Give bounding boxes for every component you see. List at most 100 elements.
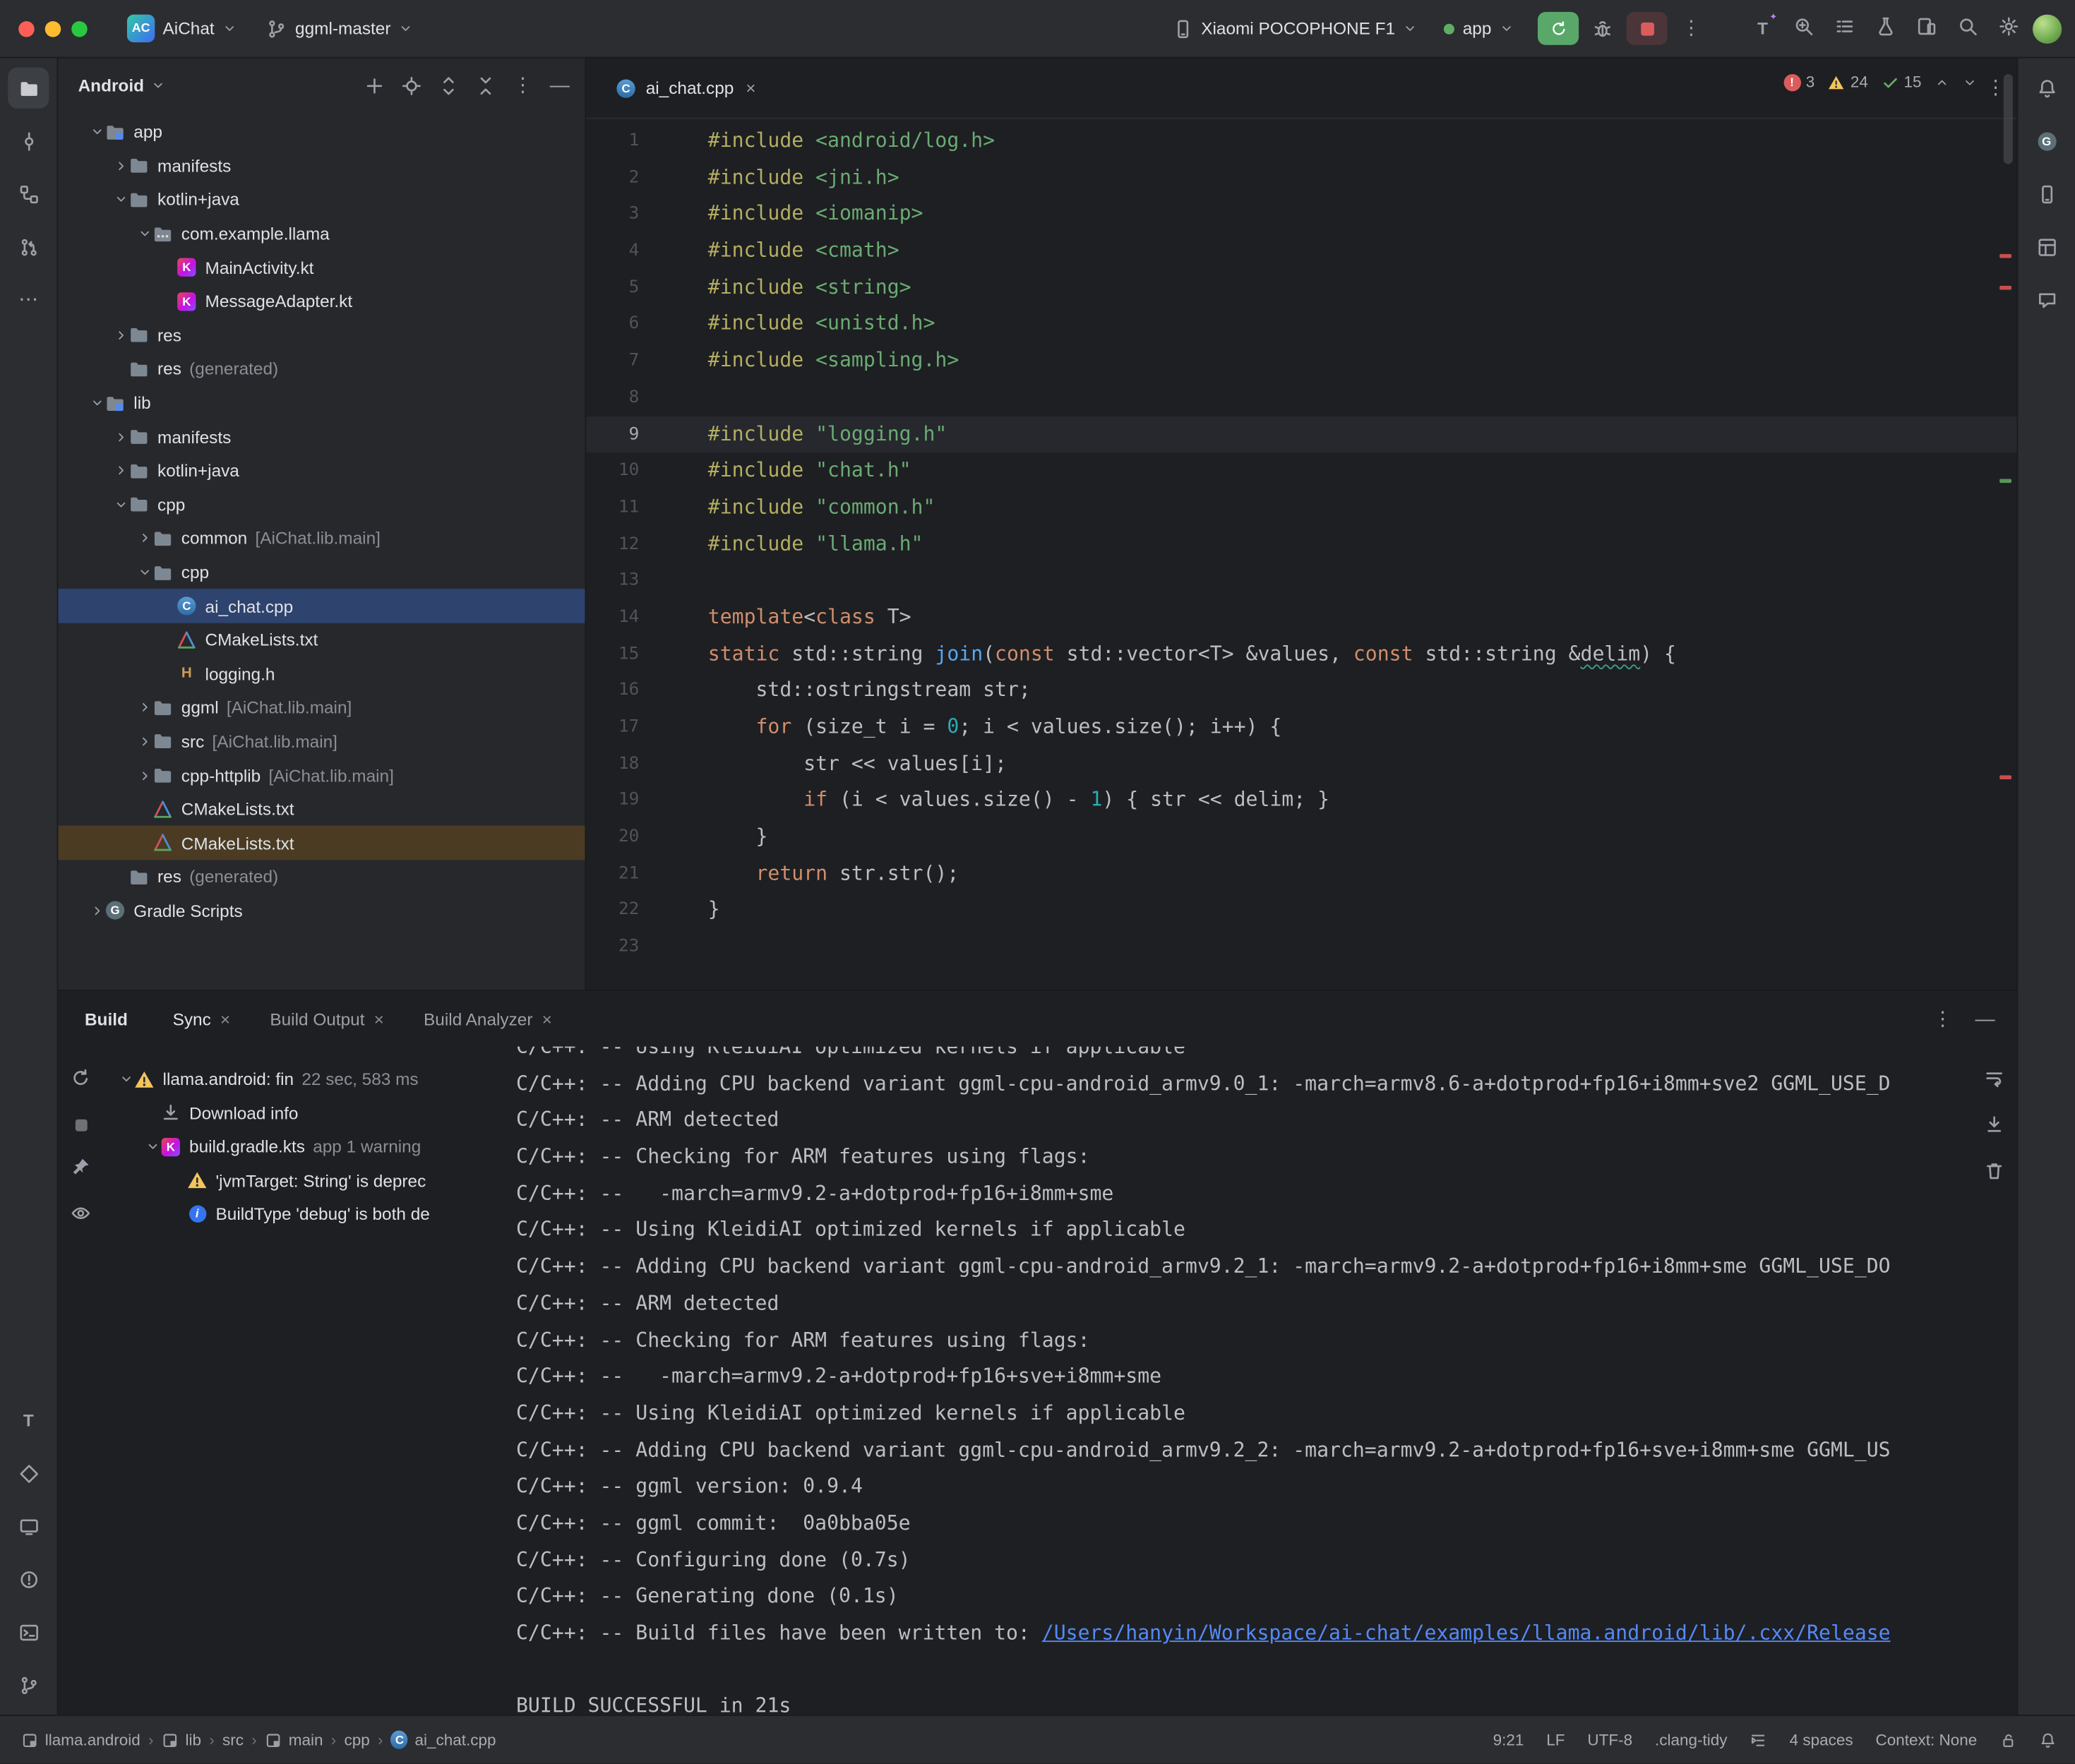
rerun-icon[interactable] [70, 1068, 91, 1093]
project-tree-item-gradle-scripts[interactable]: GGradle Scripts [58, 894, 585, 928]
editor-tab-ai_chat.cpp[interactable]: C ai_chat.cpp × [602, 58, 769, 117]
settings-icon[interactable] [1998, 16, 2019, 41]
pin-icon[interactable] [70, 1156, 91, 1182]
project-tree-item-common[interactable]: common[AiChat.lib.main] [58, 522, 585, 556]
chevron-down-icon[interactable] [119, 1072, 134, 1087]
hide-panel-icon[interactable]: — [1975, 1008, 1996, 1029]
chevron-down-icon[interactable] [145, 1139, 160, 1154]
chevron-right-icon[interactable] [138, 768, 153, 783]
code-line-11[interactable]: 11#include "common.h" [586, 489, 2016, 526]
layout-inspector-button[interactable] [2026, 227, 2067, 268]
project-view-mode[interactable]: Android [78, 76, 144, 95]
chevron-right-icon[interactable] [114, 159, 128, 174]
build-tree-item[interactable]: iBuildType 'debug' is both de [116, 1197, 501, 1231]
code-line-16[interactable]: 16 std::ostringstream str; [586, 673, 2016, 709]
chevron-down-icon[interactable] [150, 78, 165, 93]
code-line-8[interactable]: 8 [586, 380, 2016, 416]
device-mirroring-icon[interactable] [1916, 16, 1937, 41]
code-line-2[interactable]: 2#include <jni.h> [586, 160, 2016, 196]
code-line-22[interactable]: 22} [586, 892, 2016, 929]
profiler-icon[interactable] [1875, 16, 1896, 41]
running-devices-button[interactable] [8, 1506, 49, 1547]
code-line-14[interactable]: 14template<class T> [586, 599, 2016, 636]
build-tree-item[interactable]: Kbuild.gradle.ktsapp 1 warning [116, 1130, 501, 1164]
breadcrumb-item-main[interactable]: main [265, 1731, 323, 1749]
chevron-right-icon[interactable] [138, 700, 153, 715]
build-window-title[interactable]: Build [85, 1009, 128, 1028]
build-tab-build-analyzer[interactable]: Build Analyzer× [424, 1009, 552, 1028]
pull-requests-button[interactable] [8, 227, 49, 268]
close-tab-icon[interactable]: × [746, 78, 755, 98]
chevron-down-icon[interactable] [90, 125, 104, 140]
breadcrumb-item-src[interactable]: src [222, 1731, 244, 1749]
run-config-selector[interactable]: app [1433, 13, 1524, 44]
chevron-right-icon[interactable] [114, 429, 128, 444]
close-window-button[interactable] [18, 20, 34, 36]
chevron-down-icon[interactable] [138, 565, 153, 580]
commit-button[interactable] [8, 121, 49, 162]
collapse-all-icon[interactable] [471, 71, 500, 100]
stop-icon[interactable] [70, 1114, 91, 1135]
editor-scrollbar[interactable] [2004, 74, 2013, 164]
problems-button[interactable] [8, 1559, 49, 1600]
build-tree-item[interactable]: 'jvmTarget: String' is deprec [116, 1163, 501, 1197]
project-tree-item-lib[interactable]: lib [58, 386, 585, 420]
project-widget[interactable]: AC AiChat [116, 9, 248, 47]
project-tree-item-com-example-llama[interactable]: com.example.llama [58, 217, 585, 251]
build-output-path-link[interactable]: /Users/hanyin/Workspace/ai-chat/examples… [1042, 1621, 1891, 1645]
code-line-1[interactable]: 1#include <android/log.h> [586, 123, 2016, 160]
packages-button[interactable] [8, 1453, 49, 1494]
line-separator[interactable]: LF [1546, 1731, 1565, 1749]
minimize-window-button[interactable] [45, 20, 61, 36]
chevron-right-icon[interactable] [90, 904, 104, 918]
project-tree-item-manifests[interactable]: manifests [58, 149, 585, 183]
chevron-down-icon[interactable] [138, 227, 153, 241]
project-tree-item-res[interactable]: res(generated) [58, 352, 585, 386]
build-tab-sync[interactable]: Sync× [173, 1009, 231, 1028]
zoom-window-button[interactable] [71, 20, 87, 36]
code-line-13[interactable]: 13 [586, 563, 2016, 599]
code-line-23[interactable]: 23 [586, 929, 2016, 966]
user-avatar[interactable] [2033, 14, 2062, 43]
code-line-5[interactable]: 5#include <string> [586, 270, 2016, 306]
project-tree-item-cmakelists-txt[interactable]: CMakeLists.txt [58, 793, 585, 827]
project-tree-item-res[interactable]: res [58, 318, 585, 352]
project-tree-item-kotlin-java[interactable]: kotlin+java [58, 183, 585, 217]
code-line-12[interactable]: 12#include "llama.h" [586, 526, 2016, 563]
version-control-button[interactable] [8, 1664, 49, 1705]
notification-icon[interactable] [2039, 1732, 2056, 1748]
indent-icon[interactable] [1750, 1732, 1766, 1748]
chevron-down-icon[interactable] [114, 193, 128, 208]
more-vert-icon[interactable]: ⋮ [508, 71, 537, 100]
prev-problem-icon[interactable] [1935, 75, 1949, 90]
more-run-options-button[interactable]: ⋮ [1673, 12, 1709, 45]
code-line-21[interactable]: 21 return str.str(); [586, 856, 2016, 892]
more-tools-button[interactable]: ⋯ [8, 279, 49, 320]
project-tree-item-src[interactable]: src[AiChat.lib.main] [58, 725, 585, 759]
code-line-9[interactable]: 9#include "logging.h" [586, 416, 2016, 452]
build-tab-build-output[interactable]: Build Output× [270, 1009, 383, 1028]
inspections-widget[interactable]: ! 3 24 15 [1778, 70, 1982, 94]
app-insights-button[interactable] [2026, 279, 2067, 320]
find-actions-icon[interactable] [1793, 16, 1814, 41]
clear-icon[interactable] [1984, 1160, 2005, 1186]
plus-icon[interactable] [360, 71, 389, 100]
run-button[interactable] [1538, 12, 1579, 45]
build-tree-item[interactable]: Download info [116, 1096, 501, 1130]
device-selector[interactable]: Xiaomi POCOPHONE F1 [1161, 13, 1428, 44]
scroll-to-end-icon[interactable] [1984, 1114, 2005, 1139]
code-line-19[interactable]: 19 if (i < values.size() - 1) { str << d… [586, 782, 2016, 819]
branch-widget[interactable]: ggml-master [256, 13, 424, 44]
breadcrumb-item-cpp[interactable]: cpp [344, 1731, 369, 1749]
chevron-right-icon[interactable] [114, 328, 128, 343]
task-list-icon[interactable] [1834, 16, 1855, 41]
indent-setting[interactable]: 4 spaces [1790, 1731, 1853, 1749]
build-tree-item[interactable]: llama.android: fin22 sec, 583 ms [116, 1062, 501, 1096]
breadcrumb-item-lib[interactable]: lib [162, 1731, 201, 1749]
project-tree-item-cpp[interactable]: cpp [58, 488, 585, 522]
code-line-17[interactable]: 17 for (size_t i = 0; i < values.size();… [586, 709, 2016, 746]
code-line-4[interactable]: 4#include <cmath> [586, 233, 2016, 270]
breadcrumb-item-llama-android[interactable]: llama.android [21, 1731, 140, 1749]
search-icon[interactable] [1957, 16, 1978, 41]
notifications-button[interactable] [2026, 68, 2067, 109]
